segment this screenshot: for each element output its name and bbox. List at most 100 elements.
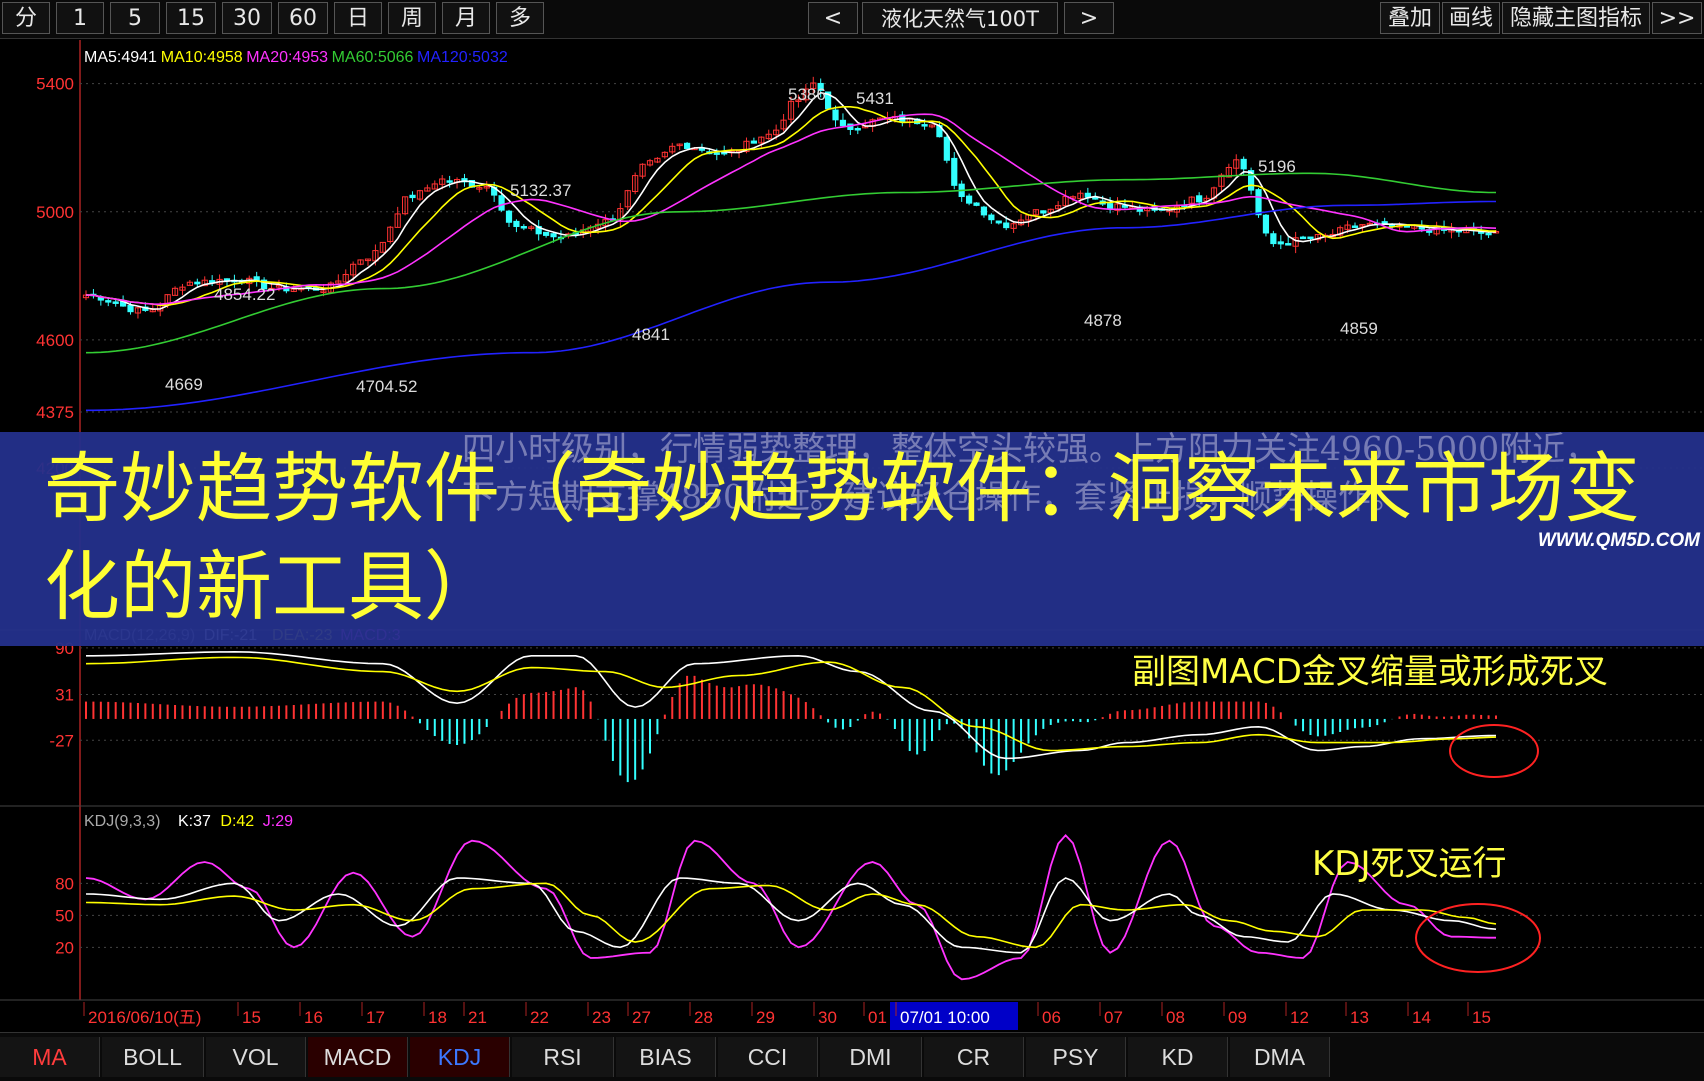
candle-body <box>839 119 847 127</box>
kdj-tick-2: 20 <box>55 938 74 957</box>
x-tick-label-5: 21 <box>468 1008 487 1027</box>
price-tick-0: 5400 <box>36 75 74 94</box>
tab-macd[interactable]: MACD <box>308 1037 408 1077</box>
x-tick-label-9: 28 <box>694 1008 713 1027</box>
ma60-line <box>85 172 1496 354</box>
tab-dma[interactable]: DMA <box>1230 1037 1330 1077</box>
macd-highlight-circle <box>1449 724 1539 778</box>
candle-body <box>1485 232 1492 236</box>
x-tick-label-13: 07/01 10:00 <box>900 1008 990 1027</box>
macd-tick-2: -27 <box>49 731 74 750</box>
price-label-7: 4878 <box>1084 311 1122 330</box>
x-tick-label-20: 14 <box>1412 1008 1431 1027</box>
tab-cr[interactable]: CR <box>924 1037 1024 1077</box>
x-tick-label-2: 16 <box>304 1008 323 1027</box>
tab-vol[interactable]: VOL <box>206 1037 306 1077</box>
price-label-5: 5386 <box>788 85 826 104</box>
x-tick-label-8: 27 <box>632 1008 651 1027</box>
candle-body <box>1381 221 1388 224</box>
candle-body <box>750 140 757 144</box>
x-tick-label-12: 01 <box>868 1008 887 1027</box>
watermark-url: WWW.QM5D.COM <box>1537 530 1700 551</box>
candle-body <box>1255 189 1262 216</box>
price-label-4: 4841 <box>632 325 670 344</box>
kdj-tick-0: 80 <box>55 874 74 893</box>
candle-body <box>446 180 453 183</box>
price-label-1: 4669 <box>165 375 203 394</box>
x-tick-label-7: 23 <box>592 1008 611 1027</box>
x-tick-label-17: 09 <box>1228 1008 1247 1027</box>
candle-body <box>943 136 950 161</box>
candle-body <box>1240 158 1247 170</box>
candle-body <box>105 300 112 303</box>
main-legend-0: MA5:4941 <box>84 49 157 66</box>
candle-body <box>112 301 119 304</box>
x-tick-label-10: 29 <box>756 1008 775 1027</box>
tab-cci[interactable]: CCI <box>718 1037 818 1077</box>
candle-body <box>1299 236 1307 240</box>
candle-body <box>980 206 988 216</box>
j-line <box>85 833 1496 981</box>
kdj-annotation: KDJ死叉运行 <box>1312 844 1507 884</box>
indicator-tabs: MA BOLL VOL MACD KDJ RSI BIAS CCI DMI CR… <box>0 1032 1704 1081</box>
main-legend-2: MA20:4953 <box>246 49 328 66</box>
tab-kd[interactable]: KD <box>1128 1037 1228 1077</box>
candle-body <box>832 109 839 121</box>
price-label-9: 4859 <box>1340 319 1378 338</box>
x-tick-label-11: 30 <box>818 1008 837 1027</box>
candle-body <box>127 304 134 313</box>
macd-tick-1: 31 <box>55 685 74 704</box>
candle-body <box>550 233 557 238</box>
candle-body <box>505 210 513 223</box>
price-pane: 4854.22 4669 4704.52 5132.37 4841 5386 5431 487… <box>82 76 1500 412</box>
main-legend-3: MA60:5066 <box>332 49 414 66</box>
x-tick-label-21: 15 <box>1472 1008 1491 1027</box>
candle-body <box>513 220 520 227</box>
candle-body <box>854 128 861 131</box>
candle-body <box>543 231 550 236</box>
banner-title: 奇妙趋势软件（奇妙趋势软件：洞察未来市场变化的新工具） <box>44 444 1640 631</box>
candle-body <box>973 202 980 206</box>
candle-body <box>988 214 995 221</box>
price-label-0: 4854.22 <box>214 285 275 304</box>
x-tick-label-18: 12 <box>1290 1008 1309 1027</box>
x-tick-label-0: 2016/06/10(五) <box>88 1008 201 1027</box>
kdj-legend-1: K:37 <box>178 813 211 830</box>
candle-body <box>1307 236 1314 240</box>
x-tick-label-6: 22 <box>530 1008 549 1027</box>
price-tick-3: 4375 <box>36 403 74 422</box>
x-tick-label-15: 07 <box>1104 1008 1123 1027</box>
tab-rsi[interactable]: RSI <box>512 1037 614 1077</box>
x-tick-label-19: 13 <box>1350 1008 1369 1027</box>
price-label-6: 5431 <box>856 89 894 108</box>
price-label-2: 4704.52 <box>356 377 417 396</box>
tab-dmi[interactable]: DMI <box>820 1037 922 1077</box>
tab-kdj[interactable]: KDJ <box>410 1037 510 1077</box>
candle-body <box>995 220 1002 224</box>
candle-body <box>1003 222 1010 229</box>
candle-body <box>409 194 416 199</box>
candle-body <box>498 195 505 211</box>
candle-body <box>1107 203 1114 210</box>
candle-body <box>966 195 973 204</box>
x-tick-label-1: 15 <box>242 1008 261 1027</box>
candle-body <box>921 124 928 127</box>
kdj-legend-3: J:29 <box>263 813 293 830</box>
candle-body <box>223 278 231 281</box>
ma120-line <box>86 200 1496 412</box>
tab-ma[interactable]: MA <box>0 1037 100 1077</box>
x-axis: 2016/06/10(五) 15 16 17 18 21 22 23 27 28 29 30 01 07/… <box>83 1002 1491 1030</box>
candle-body <box>951 157 958 186</box>
x-tick-label-14: 06 <box>1042 1008 1061 1027</box>
tab-bias[interactable]: BIAS <box>616 1037 716 1077</box>
candle-body <box>1351 225 1359 228</box>
price-label-3: 5132.37 <box>510 181 571 200</box>
candle-body <box>194 281 201 285</box>
candle-body <box>1040 210 1047 214</box>
price-tick-2: 4600 <box>36 331 74 350</box>
tab-boll[interactable]: BOLL <box>102 1037 204 1077</box>
x-tick-label-3: 17 <box>366 1008 385 1027</box>
candle-body <box>684 142 691 149</box>
tab-psy[interactable]: PSY <box>1026 1037 1126 1077</box>
candle-body <box>1270 233 1277 245</box>
